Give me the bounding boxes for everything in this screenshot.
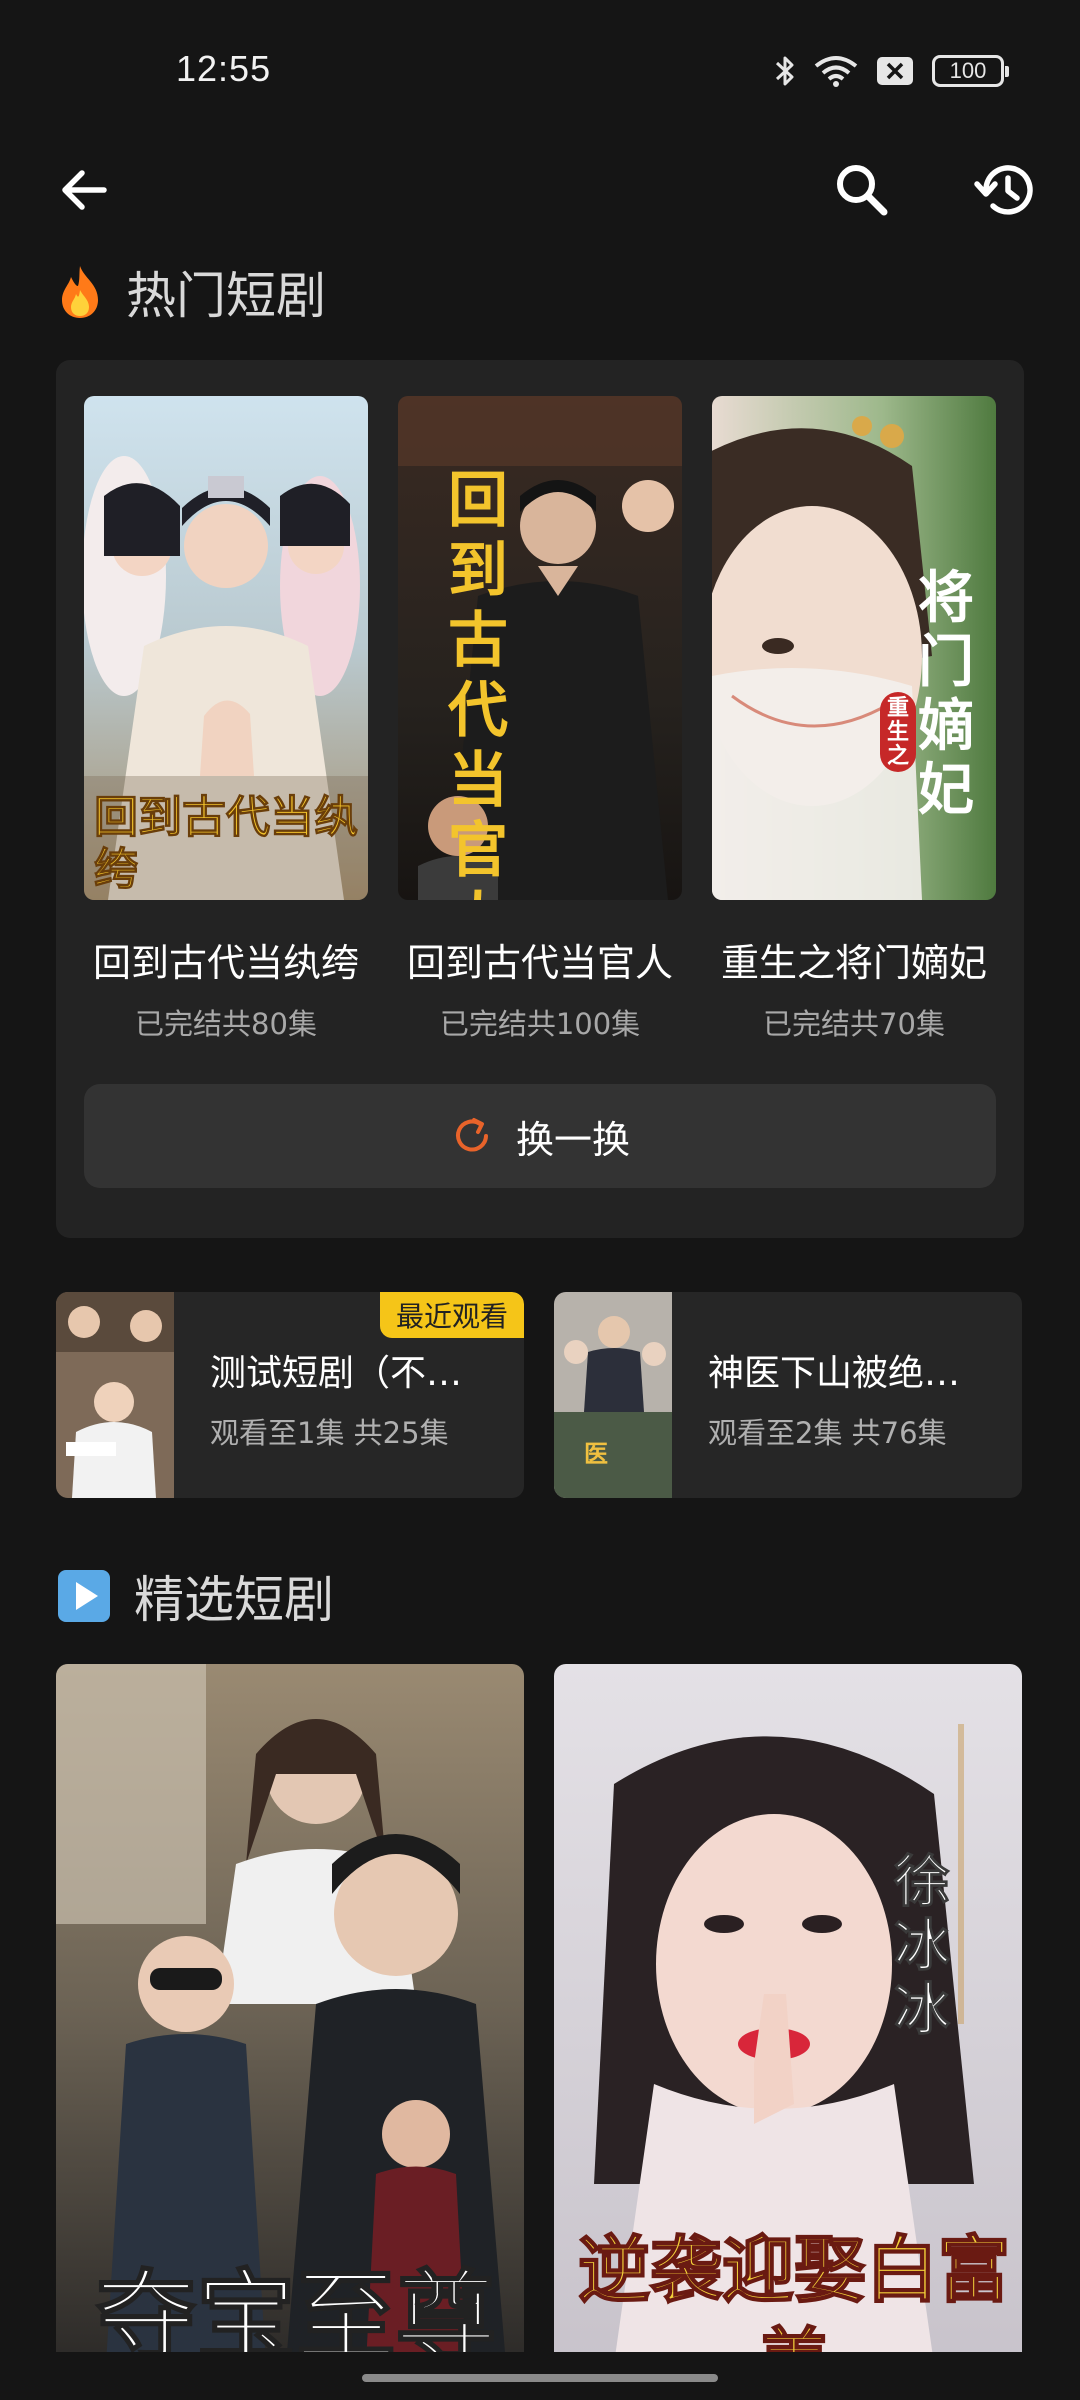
poster-title: 回到古代当官人 xyxy=(448,466,508,900)
sim-off-icon xyxy=(876,56,914,86)
poster-subtitle: 重生之 xyxy=(880,692,916,772)
history-button[interactable] xyxy=(966,150,1046,230)
battery-level: 100 xyxy=(949,58,987,83)
recent-watch-item-1[interactable]: 测试短剧（不… 观看至1集 共25集 最近观看 xyxy=(56,1292,524,1498)
selected-drama-poster-2[interactable]: 徐冰冰 逆袭迎娶白富美 xyxy=(554,1664,1022,2364)
selected-drama-poster-1[interactable]: 夺宝至尊 xyxy=(56,1664,524,2364)
poster-title: 回到古代当纨绔 xyxy=(94,792,359,896)
recent-progress: 观看至1集 共25集 xyxy=(210,1416,449,1450)
page: 12:55 100 热门短剧 回到古代当纨绔 回到古代当纨绔 已完结共80集 回… xyxy=(0,0,1080,2400)
play-button-icon xyxy=(58,1570,110,1622)
drama-name: 回到古代当纨绔 xyxy=(92,941,359,985)
refresh-button[interactable]: 换一换 xyxy=(84,1084,996,1188)
hot-drama-item-1[interactable]: 回到古代当纨绔 回到古代当纨绔 已完结共80集 xyxy=(84,396,368,1043)
hot-section-title: 热门短剧 xyxy=(56,256,326,328)
back-arrow-icon xyxy=(62,170,107,210)
recent-title: 神医下山被绝… xyxy=(708,1353,961,1394)
hot-dramas-card: 回到古代当纨绔 回到古代当纨绔 已完结共80集 回到古代当官 回到古代当官人 已… xyxy=(56,360,1024,1238)
status-bar: 12:55 100 xyxy=(0,0,1080,140)
hot-drama-item-3[interactable]: 将门嫡妃 重生之 重生之将门嫡妃 已完结共70集 xyxy=(712,396,996,1043)
drama-episode-info: 已完结共70集 xyxy=(763,1007,945,1041)
drama-poster[interactable]: 回到古代当纨绔 xyxy=(84,396,368,900)
svg-text:医: 医 xyxy=(584,1439,608,1468)
drama-poster[interactable]: 回到古代当官人 xyxy=(398,396,682,900)
search-icon xyxy=(837,165,888,216)
poster-subtitle: 徐冰冰 xyxy=(894,1849,951,2043)
top-bar xyxy=(0,150,1080,250)
recent-badge: 最近观看 xyxy=(379,1292,524,1338)
selected-section-title: 精选短剧 xyxy=(56,1560,334,1632)
drama-name: 回到古代当官人 xyxy=(406,941,673,985)
recent-thumbnail xyxy=(56,1292,174,1498)
back-button[interactable] xyxy=(44,150,124,230)
refresh-icon xyxy=(456,1118,488,1152)
home-indicator[interactable] xyxy=(362,2374,718,2382)
drama-poster[interactable]: 将门嫡妃 重生之 xyxy=(712,396,996,900)
recent-progress: 观看至2集 共76集 xyxy=(708,1416,947,1450)
bluetooth-icon xyxy=(774,54,796,88)
fire-icon xyxy=(62,266,98,318)
status-icons: 100 xyxy=(774,54,1009,88)
selected-section-label: 精选短剧 xyxy=(134,1571,334,1629)
drama-episode-info: 已完结共100集 xyxy=(439,1007,641,1041)
recent-thumbnail: 医 xyxy=(554,1292,672,1498)
drama-episode-info: 已完结共80集 xyxy=(135,1007,317,1041)
history-icon xyxy=(974,165,1033,215)
refresh-label: 换一换 xyxy=(515,1117,630,1162)
hot-drama-item-2[interactable]: 回到古代当官人 回到古代当官人 已完结共100集 xyxy=(398,396,682,1043)
wifi-icon xyxy=(814,54,858,88)
hot-section-label: 热门短剧 xyxy=(126,267,326,325)
battery-icon: 100 xyxy=(932,55,1009,87)
drama-name: 重生之将门嫡妃 xyxy=(720,941,987,985)
recent-title: 测试短剧（不… xyxy=(210,1353,463,1394)
poster-title: 将门嫡妃 xyxy=(918,565,974,823)
search-button[interactable] xyxy=(822,150,902,230)
poster-title: 逆袭迎娶白富美 xyxy=(577,2226,1011,2364)
recent-watch-item-2[interactable]: 医 神医下山被绝… 观看至2集 共76集 xyxy=(554,1292,1022,1498)
poster-title: 夺宝至尊 xyxy=(95,2257,497,2364)
status-time: 12:55 xyxy=(176,48,272,89)
